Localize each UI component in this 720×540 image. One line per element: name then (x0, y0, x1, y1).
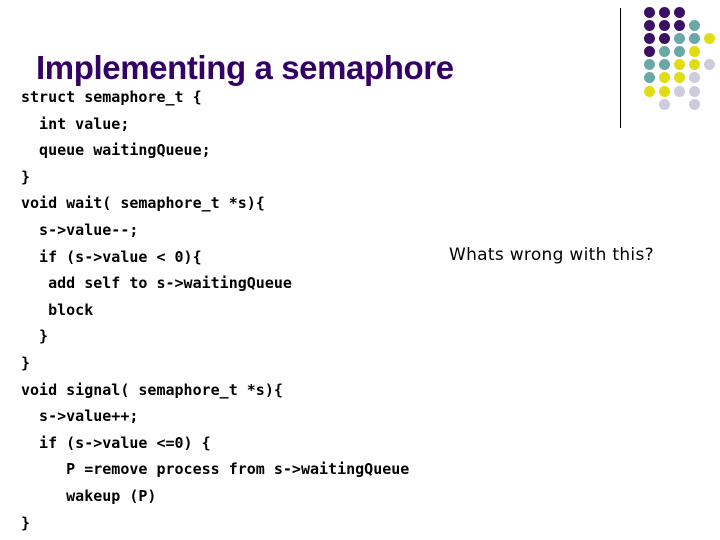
decor-dot (689, 46, 700, 58)
decor-dot (674, 7, 685, 18)
decor-dot (674, 46, 685, 58)
vertical-divider (620, 8, 621, 128)
decor-dot (644, 33, 655, 45)
decor-dot (644, 72, 655, 84)
code-line: queue waitingQueue; (21, 141, 211, 160)
decor-dot (644, 46, 655, 58)
decor-dot (689, 98, 700, 110)
code-line: s->value--; (21, 220, 139, 239)
decor-dot (659, 7, 670, 18)
decor-dot (659, 59, 670, 71)
code-line: struct semaphore_t { (21, 88, 202, 106)
decor-dot (674, 99, 685, 110)
code-line: void wait( semaphore_t *s){ (21, 194, 265, 213)
decor-dot (689, 20, 700, 32)
decor-dot (644, 7, 655, 18)
decor-dot (704, 7, 715, 18)
dot-row (644, 33, 720, 46)
decor-dot (704, 59, 715, 71)
decor-dot (644, 59, 655, 71)
decor-dot (659, 72, 670, 84)
decor-dot (644, 20, 655, 32)
dot-row (644, 85, 720, 99)
decor-dot (674, 33, 685, 45)
decor-dot (689, 33, 700, 45)
code-line: } (21, 513, 31, 532)
dot-row (644, 59, 720, 72)
decor-dot (659, 33, 670, 45)
code-line: add self to s->waitingQueue (21, 274, 292, 293)
code-line: } (21, 353, 31, 372)
slide-canvas: Implementing a semaphore struct semaphor… (0, 0, 720, 540)
decor-dot (704, 72, 715, 83)
decor-dot (644, 85, 655, 97)
decor-dot (689, 72, 700, 84)
decor-dot (704, 20, 715, 31)
decor-dot (704, 46, 715, 57)
decor-dot (659, 85, 670, 97)
page-title: Implementing a semaphore (36, 49, 454, 87)
code-line: } (21, 327, 49, 346)
decor-dot (689, 59, 700, 71)
decor-dot (659, 46, 670, 58)
dot-row (644, 7, 720, 20)
code-line: void signal( semaphore_t *s){ (21, 380, 283, 399)
decor-dot (689, 85, 700, 97)
decor-dot (659, 20, 670, 32)
dot-row (644, 20, 720, 33)
decor-dot (659, 98, 670, 110)
code-line: int value; (21, 114, 130, 133)
code-line: wakeup (P) (21, 486, 157, 505)
dot-matrix-decoration (644, 7, 720, 127)
decor-dot (704, 99, 715, 110)
code-line: block (21, 300, 94, 319)
decor-dot (674, 59, 685, 71)
annotation-note: Whats wrong with this? (449, 245, 654, 265)
code-block: struct semaphore_t { int value; queue wa… (21, 84, 621, 536)
code-line: P =remove process from s->waitingQueue (21, 460, 410, 479)
decor-dot (644, 99, 655, 110)
decor-dot (704, 86, 715, 97)
decor-dot (674, 85, 685, 97)
dot-row (644, 98, 720, 112)
decor-dot (704, 33, 715, 45)
decor-dot (674, 20, 685, 32)
code-line: if (s->value <=0) { (21, 433, 211, 452)
decor-dot (689, 7, 700, 18)
code-line: s->value++; (21, 407, 139, 426)
dot-row (644, 46, 720, 59)
dot-row (644, 72, 720, 85)
decor-dot (674, 72, 685, 84)
code-line: } (21, 167, 31, 186)
